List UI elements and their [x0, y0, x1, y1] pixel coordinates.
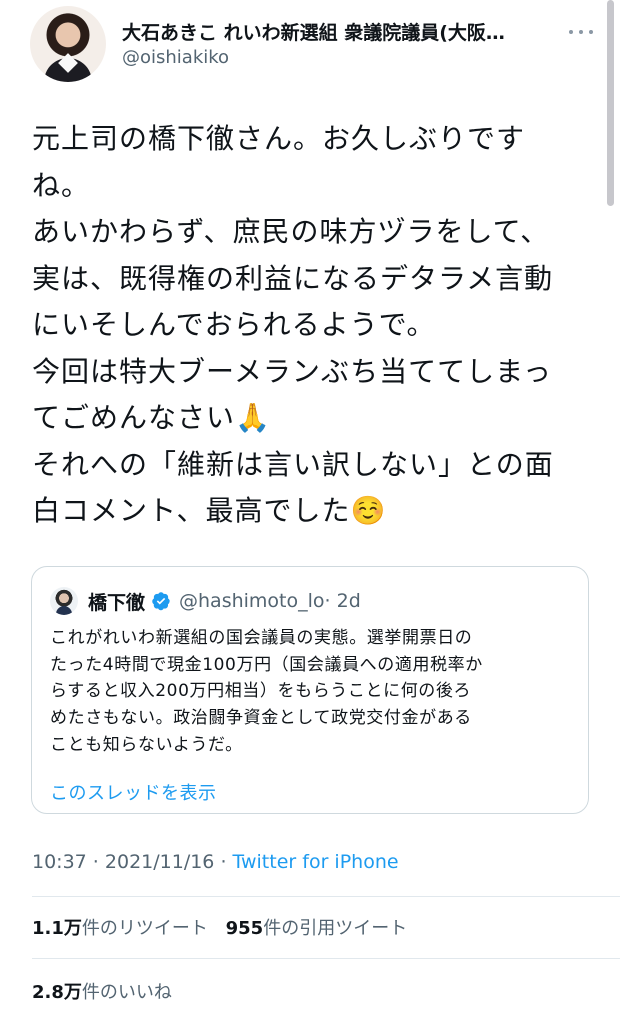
- scrollbar[interactable]: [607, 0, 614, 206]
- quotes-label: 件の引用ツイート: [263, 918, 408, 939]
- quoted-author-avatar: [50, 587, 78, 615]
- tweet-line: 今回は特大ブーメランぶち当ててしまっ: [32, 354, 553, 388]
- quoted-tweet-text: これがれいわ新選組の国会議員の実態。選挙開票日の たった4時間で現金100万円（…: [50, 625, 575, 759]
- tweet-header: 大石あきこ れいわ新選組 衆議院議員(大阪… @oishiakiko: [0, 0, 620, 100]
- tweet-source-link[interactable]: Twitter for iPhone: [233, 851, 399, 873]
- quoted-tweet-card[interactable]: 橋下徹 @hashimoto_lo · 2d これがれいわ新選組の国会議員の実態…: [31, 566, 589, 814]
- quoted-author-handle: @hashimoto_lo: [179, 590, 325, 612]
- divider: [32, 958, 620, 959]
- retweet-quote-stats: 1.1万件のリツイート 955件の引用ツイート: [32, 914, 407, 940]
- tweet-line: それへの「維新は言い訳しない」との面: [32, 447, 554, 481]
- retweets-stat[interactable]: 1.1万件のリツイート: [32, 918, 208, 939]
- likes-label: 件のいいね: [81, 982, 172, 1003]
- quoted-line: ことも知らないようだ。: [50, 734, 243, 755]
- quotes-stat[interactable]: 955件の引用ツイート: [226, 918, 408, 939]
- quoted-line: めたさもない。政治闘争資金として政党交付金がある: [50, 708, 472, 729]
- retweets-label: 件のリツイート: [81, 918, 208, 939]
- tweet-time: 10:37: [32, 851, 87, 873]
- quoted-author-name: 橋下徹: [88, 591, 146, 614]
- tweet-line: ね。: [32, 168, 91, 202]
- tweet-line: 実は、既得権の利益になるデタラメ言動: [32, 261, 554, 295]
- tweet-meta: 10:37 · 2021/11/16 · Twitter for iPhone: [32, 851, 399, 873]
- more-horizontal-icon[interactable]: [565, 22, 597, 42]
- tweet-text: 元上司の橋下徹さん。お久しぶりです ね。 あいかわらず、庶民の味方ヅラをして、 …: [32, 116, 602, 535]
- tweet-line: 白コメント、最高でした☺️: [32, 494, 387, 527]
- quoted-tweet-header: 橋下徹 @hashimoto_lo · 2d: [50, 587, 361, 615]
- quoted-line: たった4時間で現金100万円（国会議員への適用税率か: [50, 654, 483, 675]
- quoted-tweet-time: · 2d: [324, 590, 361, 612]
- divider: [32, 896, 620, 897]
- tweet-date[interactable]: 2021/11/16: [105, 851, 215, 873]
- quoted-line: これがれいわ新選組の国会議員の実態。選挙開票日の: [50, 628, 473, 648]
- author-handle[interactable]: @oishiakiko: [122, 47, 229, 68]
- likes-stat[interactable]: 2.8万件のいいね: [32, 978, 172, 1004]
- show-thread-link[interactable]: このスレッドを表示: [50, 779, 217, 805]
- tweet-line: にいそしんでおられるようで。: [32, 308, 436, 341]
- quotes-count: 955: [225, 918, 264, 939]
- tweet-line: あいかわらず、庶民の味方ヅラをして、: [32, 215, 550, 248]
- meta-separator: ·: [214, 851, 233, 873]
- retweets-count: 1.1万: [32, 918, 82, 939]
- author-display-name[interactable]: 大石あきこ れいわ新選組 衆議院議員(大阪…: [122, 18, 542, 45]
- tweet-line: てごめんなさい🙏: [32, 401, 271, 434]
- meta-separator: ·: [86, 851, 105, 873]
- quoted-line: らすると収入200万円相当）をもらうことに何の後ろ: [50, 681, 472, 702]
- tweet-line: 元上司の橋下徹さん。お久しぶりです: [32, 122, 526, 155]
- likes-count: 2.8万: [32, 982, 82, 1003]
- author-avatar[interactable]: [30, 6, 106, 82]
- verified-badge-icon: [152, 592, 170, 611]
